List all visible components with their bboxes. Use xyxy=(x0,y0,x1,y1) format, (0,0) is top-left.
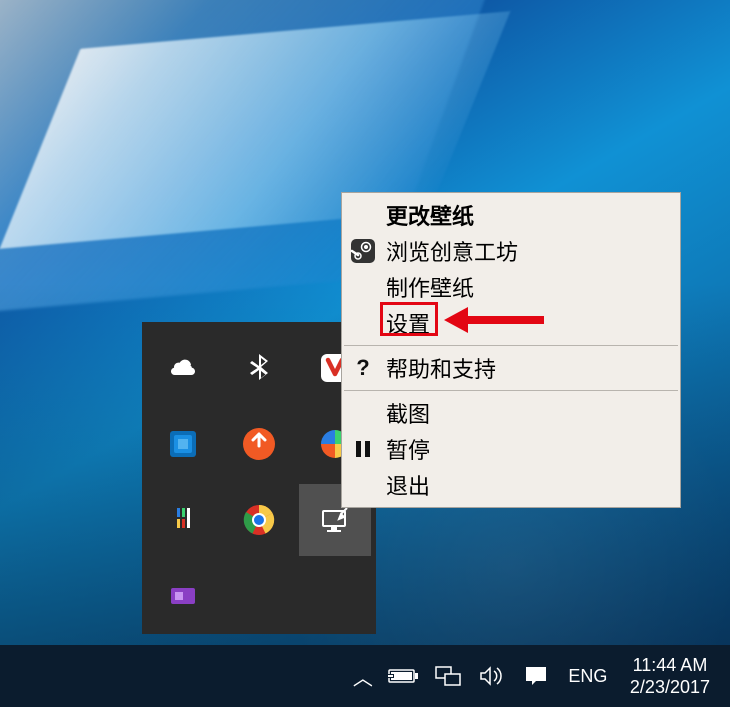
tray-chrome-icon[interactable] xyxy=(223,484,295,556)
wallpaper-engine-context-menu: 更改壁纸 浏览创意工坊 制作壁纸 设置 ? 帮助和支持 截图 暂停 退出 xyxy=(341,192,681,508)
tray-intel-graphics-icon[interactable] xyxy=(147,408,219,480)
taskbar-clock[interactable]: 11:44 AM 2/23/2017 xyxy=(620,654,720,699)
tray-update-icon[interactable] xyxy=(223,408,295,480)
tray-purple-app-icon[interactable] xyxy=(147,560,219,632)
menu-separator xyxy=(344,390,678,391)
menu-item-label: 浏览创意工坊 xyxy=(386,235,518,267)
action-center-icon[interactable] xyxy=(516,645,556,707)
menu-item-label: 暂停 xyxy=(386,433,430,465)
menu-screenshot[interactable]: 截图 xyxy=(342,395,680,431)
menu-item-label: 制作壁纸 xyxy=(386,271,474,303)
menu-help-support[interactable]: ? 帮助和支持 xyxy=(342,350,680,386)
menu-separator xyxy=(344,345,678,346)
menu-browse-workshop[interactable]: 浏览创意工坊 xyxy=(342,233,680,269)
language-indicator[interactable]: ENG xyxy=(560,645,616,707)
menu-item-label: 退出 xyxy=(386,469,430,501)
menu-pause[interactable]: 暂停 xyxy=(342,431,680,467)
pause-icon xyxy=(350,436,376,462)
tray-overflow-chevron-icon[interactable]: ︿ xyxy=(346,645,380,707)
menu-create-wallpaper[interactable]: 制作壁纸 xyxy=(342,269,680,305)
menu-exit[interactable]: 退出 xyxy=(342,467,680,503)
volume-icon[interactable] xyxy=(472,645,512,707)
chevron-glyph: ︿ xyxy=(353,662,373,691)
menu-item-label: 截图 xyxy=(386,397,430,429)
language-label: ENG xyxy=(568,666,607,687)
callout-arrow-icon xyxy=(440,301,548,339)
clock-time: 11:44 AM xyxy=(630,654,710,677)
tray-bluetooth-icon[interactable] xyxy=(223,332,295,404)
steam-icon xyxy=(350,238,376,264)
tray-onedrive-icon[interactable] xyxy=(147,332,219,404)
question-icon: ? xyxy=(350,355,376,381)
menu-item-label: 更改壁纸 xyxy=(386,199,474,231)
menu-item-label: 帮助和支持 xyxy=(386,352,496,384)
menu-item-label: 设置 xyxy=(386,307,430,339)
clock-date: 2/23/2017 xyxy=(630,676,710,699)
network-icon[interactable] xyxy=(428,645,468,707)
tray-everything-icon[interactable] xyxy=(147,484,219,556)
battery-icon[interactable] xyxy=(384,645,424,707)
taskbar: ︿ ENG 11:44 AM 2/23/2017 xyxy=(0,645,730,707)
menu-change-wallpaper[interactable]: 更改壁纸 xyxy=(342,197,680,233)
